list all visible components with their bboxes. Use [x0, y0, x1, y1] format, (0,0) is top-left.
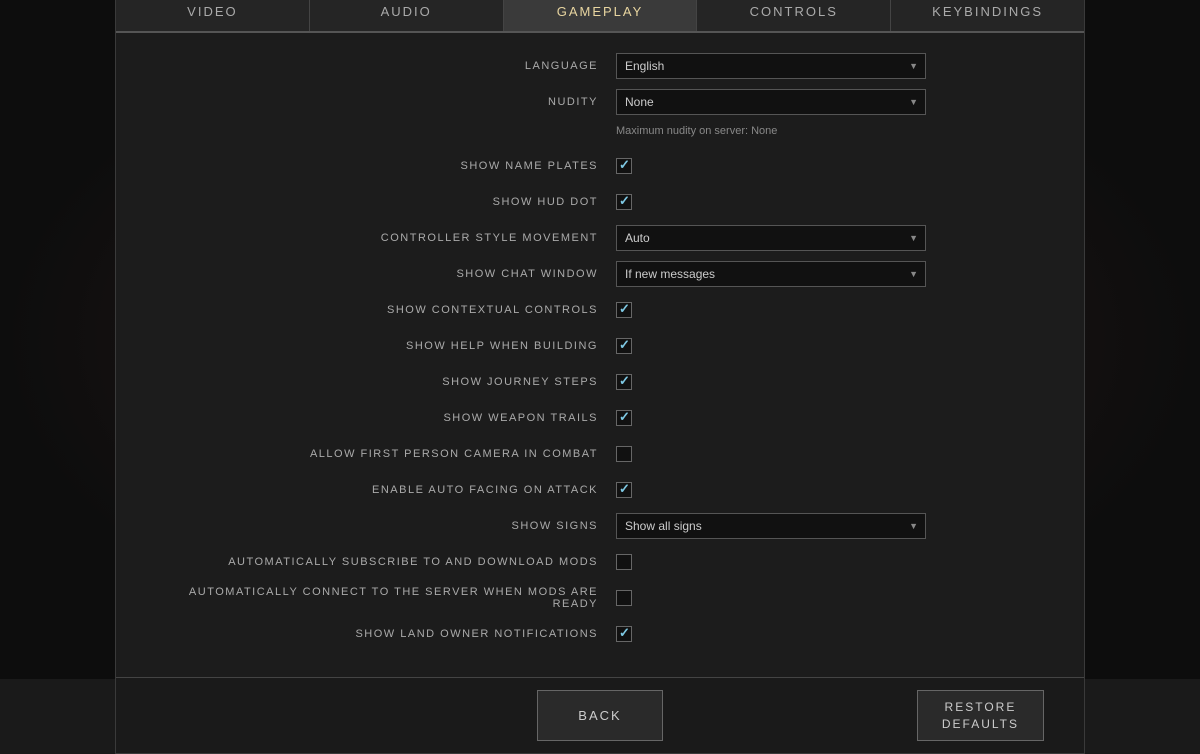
nudity-dropdown[interactable]: None [616, 89, 926, 115]
tab-audio[interactable]: AUDIO [310, 0, 504, 31]
show-name-plates-label: SHOW NAME PLATES [156, 160, 616, 172]
show-land-owner-checkbox[interactable] [616, 626, 632, 642]
show-hud-dot-row: SHOW HUD DOT [156, 189, 1044, 215]
settings-modal: SETTINGS ✕ VIDEO AUDIO GAMEPLAY CONTROLS… [115, 0, 1085, 754]
language-row: LANGUAGE English [156, 53, 1044, 79]
show-contextual-controls-label: SHOW CONTEXTUAL CONTROLS [156, 304, 616, 316]
allow-first-person-checkbox[interactable] [616, 446, 632, 462]
show-contextual-controls-row: SHOW CONTEXTUAL CONTROLS [156, 297, 1044, 323]
language-control: English [616, 53, 1044, 79]
auto-connect-checkbox[interactable] [616, 590, 632, 606]
enable-auto-facing-checkbox[interactable] [616, 482, 632, 498]
language-label: LANGUAGE [156, 60, 616, 72]
show-chat-window-row: SHOW CHAT WINDOW If new messages [156, 261, 1044, 287]
show-journey-steps-checkbox[interactable] [616, 374, 632, 390]
allow-first-person-row: ALLOW FIRST PERSON CAMERA IN COMBAT [156, 441, 1044, 467]
show-land-owner-label: SHOW LAND OWNER NOTIFICATIONS [156, 628, 616, 640]
show-chat-window-dropdown[interactable]: If new messages [616, 261, 926, 287]
show-help-when-building-label: SHOW HELP WHEN BUILDING [156, 340, 616, 352]
language-dropdown[interactable]: English [616, 53, 926, 79]
auto-subscribe-checkbox[interactable] [616, 554, 632, 570]
show-chat-window-label: SHOW CHAT WINDOW [156, 268, 616, 280]
auto-connect-row: AUTOMATICALLY CONNECT TO THE SERVER WHEN… [156, 585, 1044, 611]
auto-subscribe-row: AUTOMATICALLY SUBSCRIBE TO AND DOWNLOAD … [156, 549, 1044, 575]
show-signs-label: SHOW SIGNS [156, 520, 616, 532]
show-help-when-building-row: SHOW HELP WHEN BUILDING [156, 333, 1044, 359]
controller-style-label: CONTROLLER STYLE MOVEMENT [156, 232, 616, 244]
show-journey-steps-label: SHOW JOURNEY STEPS [156, 376, 616, 388]
tabs-bar: VIDEO AUDIO GAMEPLAY CONTROLS KEYBINDING… [116, 0, 1084, 33]
show-weapon-trails-checkbox[interactable] [616, 410, 632, 426]
restore-defaults-button[interactable]: RESTOREDEFAULTS [917, 690, 1044, 742]
show-contextual-controls-checkbox[interactable] [616, 302, 632, 318]
auto-connect-label: AUTOMATICALLY CONNECT TO THE SERVER WHEN… [156, 586, 616, 610]
modal-body: LANGUAGE English NUDITY None [116, 33, 1084, 677]
show-name-plates-row: SHOW NAME PLATES [156, 153, 1044, 179]
tab-gameplay[interactable]: GAMEPLAY [504, 0, 698, 31]
nudity-label: NUDITY [156, 96, 616, 108]
enable-auto-facing-row: ENABLE AUTO FACING ON ATTACK [156, 477, 1044, 503]
show-help-when-building-checkbox[interactable] [616, 338, 632, 354]
back-button[interactable]: BACK [537, 690, 662, 742]
tab-keybindings[interactable]: KEYBINDINGS [891, 0, 1084, 31]
show-hud-dot-label: SHOW HUD DOT [156, 196, 616, 208]
nudity-row: NUDITY None [156, 89, 1044, 115]
controller-style-dropdown[interactable]: Auto [616, 225, 926, 251]
tab-controls[interactable]: CONTROLS [697, 0, 891, 31]
modal-footer: BACK RESTOREDEFAULTS [116, 677, 1084, 754]
auto-subscribe-label: AUTOMATICALLY SUBSCRIBE TO AND DOWNLOAD … [156, 556, 616, 568]
show-weapon-trails-row: SHOW WEAPON TRAILS [156, 405, 1044, 431]
controller-style-row: CONTROLLER STYLE MOVEMENT Auto [156, 225, 1044, 251]
show-weapon-trails-label: SHOW WEAPON TRAILS [156, 412, 616, 424]
nudity-control: None [616, 89, 1044, 115]
tab-video[interactable]: VIDEO [116, 0, 310, 31]
nudity-note: Maximum nudity on server: None [616, 125, 777, 137]
show-signs-row: SHOW SIGNS Show all signs [156, 513, 1044, 539]
allow-first-person-label: ALLOW FIRST PERSON CAMERA IN COMBAT [156, 448, 616, 460]
show-hud-dot-checkbox[interactable] [616, 194, 632, 210]
show-land-owner-row: SHOW LAND OWNER NOTIFICATIONS [156, 621, 1044, 647]
nudity-note-row: Maximum nudity on server: None [156, 125, 1044, 145]
show-journey-steps-row: SHOW JOURNEY STEPS [156, 369, 1044, 395]
enable-auto-facing-label: ENABLE AUTO FACING ON ATTACK [156, 484, 616, 496]
show-signs-dropdown[interactable]: Show all signs [616, 513, 926, 539]
show-name-plates-checkbox[interactable] [616, 158, 632, 174]
